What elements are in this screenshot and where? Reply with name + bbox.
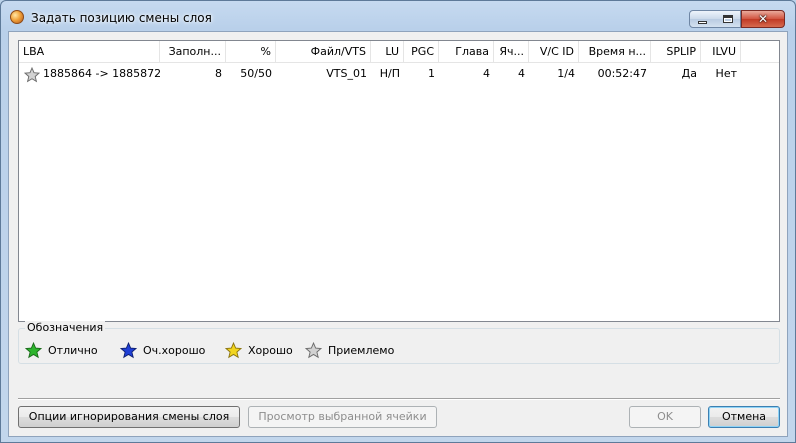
maximize-icon (722, 15, 733, 23)
column-header-file-vts[interactable]: Файл/VTS (276, 41, 371, 63)
legend-group: Обозначения Отлично Оч.хорошо Хорошо При… (18, 321, 780, 364)
ok-button[interactable]: OK (629, 406, 701, 428)
column-header-splip[interactable]: SPLIP (651, 41, 701, 63)
app-icon[interactable] (10, 10, 24, 24)
layer-break-list[interactable]: LBA Заполн... % Файл/VTS LU PGC Глава Яч… (18, 40, 780, 322)
legend-label-good: Хорошо (248, 343, 293, 357)
list-header: LBA Заполн... % Файл/VTS LU PGC Глава Яч… (19, 41, 779, 63)
minimize-icon (698, 20, 707, 24)
title-bar[interactable]: Задать позицию смены слоя ✕ (1, 1, 795, 31)
column-header-time[interactable]: Время н... (579, 41, 651, 63)
legend-item-excellent: Отлично (25, 341, 98, 359)
cell-fill: 8 (215, 67, 222, 80)
column-header-fill[interactable]: Заполн... (160, 41, 226, 63)
cell-ilvu: Нет (715, 67, 737, 80)
column-header-vc-id[interactable]: V/C ID (529, 41, 579, 63)
cell-lba: 1885864 -> 1885872 (43, 67, 160, 80)
legend-item-acceptable: Приемлемо (305, 341, 394, 359)
legend-title: Обозначения (25, 321, 106, 334)
legend-label-excellent: Отлично (48, 343, 98, 357)
column-header-lba[interactable]: LBA (19, 41, 160, 63)
cell-vc-id: 1/4 (557, 67, 575, 80)
window-title: Задать позицию смены слоя (31, 11, 212, 25)
blue-star-icon (120, 341, 137, 358)
view-cell-button[interactable]: Просмотр выбранной ячейки (248, 406, 437, 428)
cancel-button[interactable]: Отмена (708, 406, 780, 428)
grey-star-icon (305, 341, 322, 358)
column-header-cell[interactable]: Яч... (494, 41, 529, 63)
cell-pgc: 1 (428, 67, 435, 80)
legend-item-very-good: Оч.хорошо (120, 341, 205, 359)
grey-star-icon (24, 67, 40, 83)
cell-file-vts: VTS_01 (326, 67, 367, 80)
cell-percent: 50/50 (240, 67, 272, 80)
minimize-button[interactable] (689, 10, 716, 28)
cell-chapter: 4 (483, 67, 490, 80)
green-star-icon (25, 341, 42, 358)
column-header-ilvu[interactable]: ILVU (701, 41, 741, 63)
column-header-percent[interactable]: % (226, 41, 276, 63)
separator (18, 398, 780, 400)
cell-cell: 4 (518, 67, 525, 80)
legend-item-good: Хорошо (225, 341, 293, 359)
column-header-chapter[interactable]: Глава (439, 41, 494, 63)
legend-label-acceptable: Приемлемо (328, 343, 395, 357)
dialog-client: LBA Заполн... % Файл/VTS LU PGC Глава Яч… (8, 31, 788, 437)
column-header-lu[interactable]: LU (371, 41, 404, 63)
dialog-window: Задать позицию смены слоя ✕ LBA Заполн..… (0, 0, 796, 443)
column-header-pgc[interactable]: PGC (404, 41, 439, 63)
table-row[interactable]: 1885864 -> 1885872 8 50/50 VTS_01 Н/П 1 … (19, 64, 779, 84)
maximize-button[interactable] (715, 10, 741, 28)
close-button[interactable]: ✕ (741, 10, 785, 28)
close-icon: ✕ (757, 12, 769, 26)
ignore-options-button[interactable]: Опции игнорирования смены слоя (18, 406, 240, 428)
cell-lu: Н/П (379, 67, 400, 80)
yellow-star-icon (225, 341, 242, 358)
cell-splip: Да (681, 67, 697, 80)
legend-label-very-good: Оч.хорошо (143, 343, 206, 357)
cell-time: 00:52:47 (597, 67, 647, 80)
